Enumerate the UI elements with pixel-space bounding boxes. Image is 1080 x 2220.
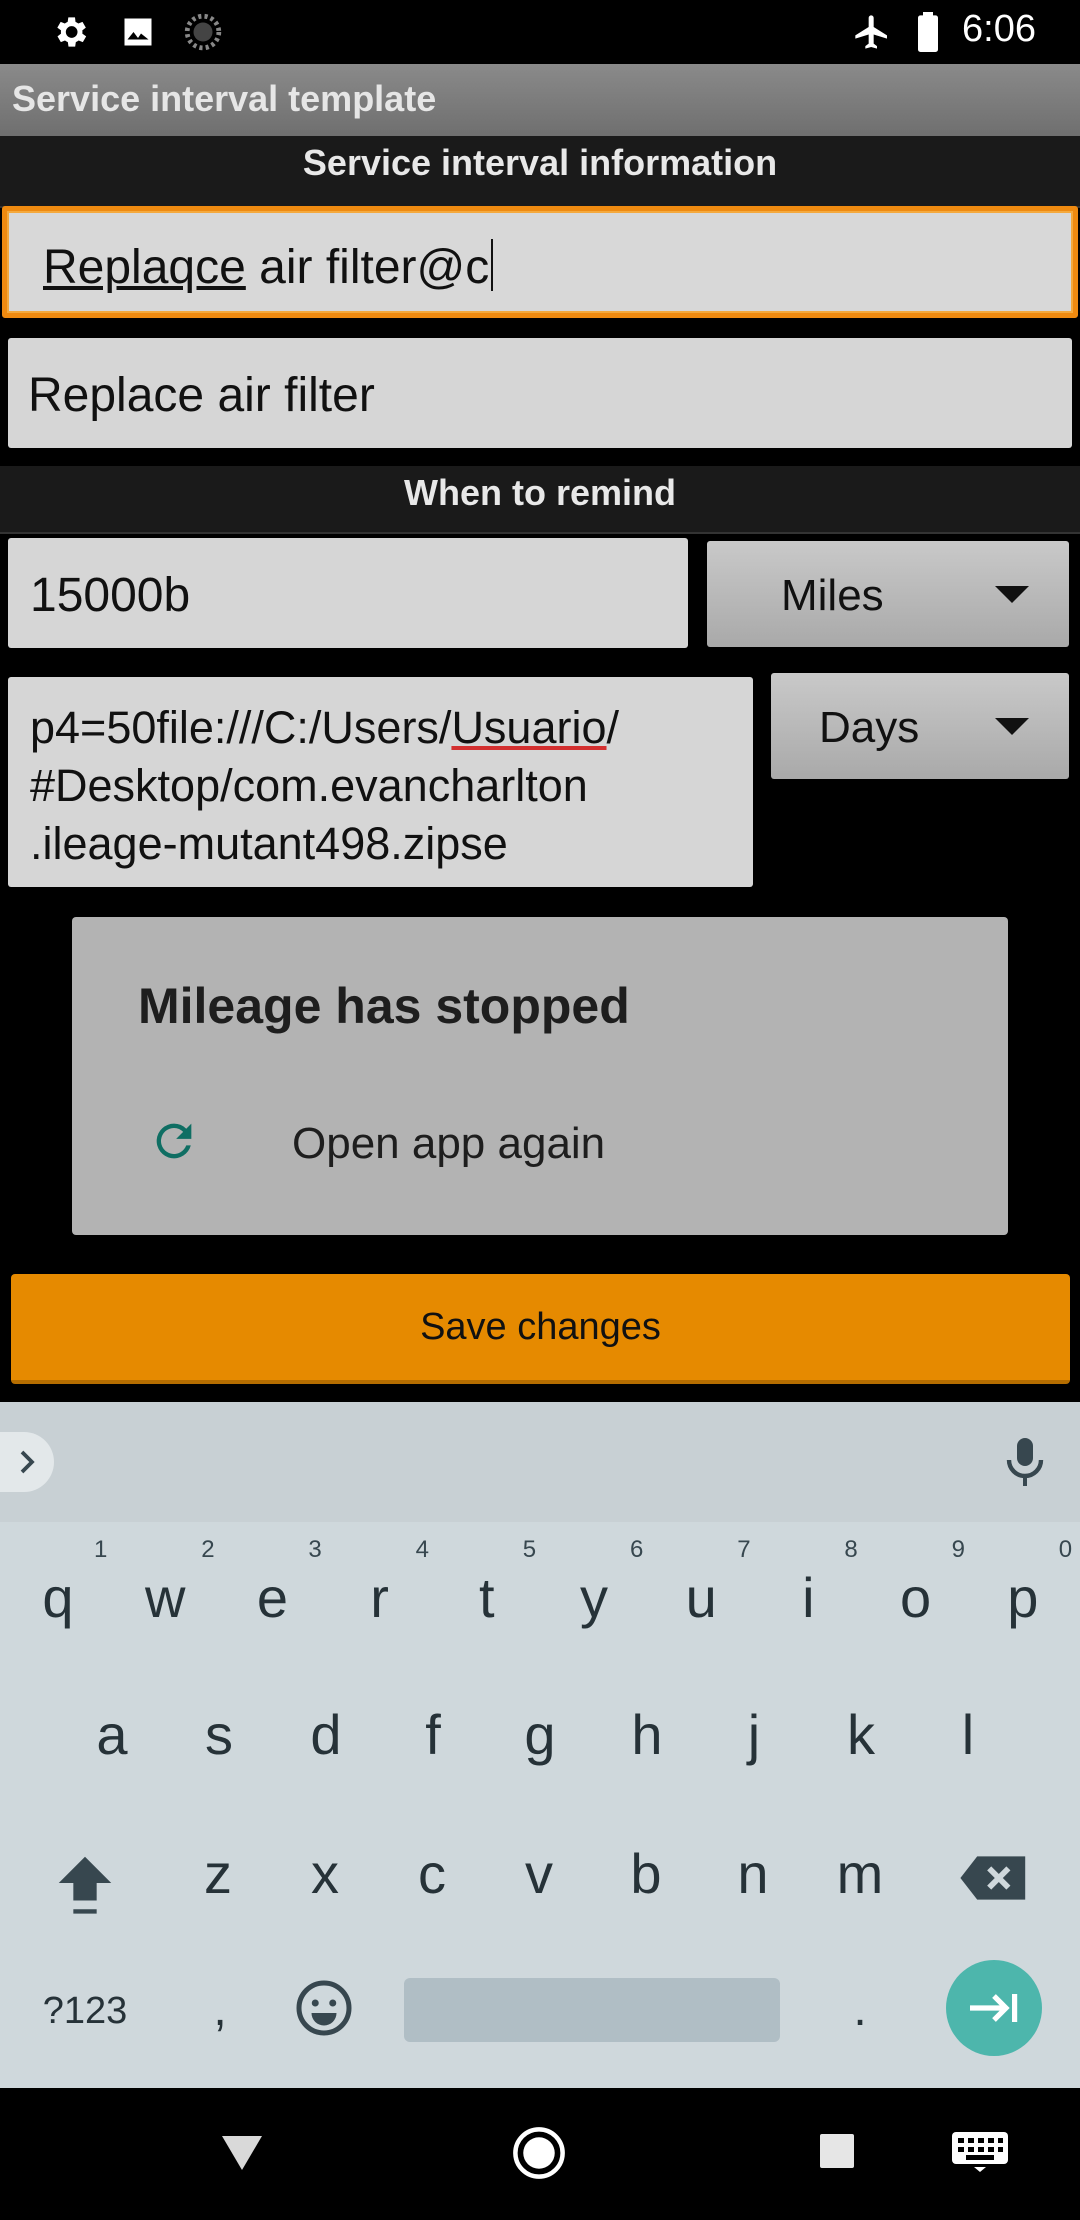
key-c[interactable]: c [402, 1846, 462, 1902]
section-header-remind: When to remind [0, 466, 1080, 534]
key-y[interactable]: y [564, 1570, 624, 1626]
time-value-line-1: p4=50file:///C:/Users/Usuario/ [30, 702, 620, 753]
key-q[interactable]: q [28, 1570, 88, 1626]
recents-icon[interactable] [820, 2134, 854, 2168]
tab-arrow-icon [970, 1994, 1018, 2022]
key-hint-9: 9 [951, 1536, 965, 1563]
time-value-line-2: #Desktop/com.evancharlton [30, 760, 588, 811]
name-underlined-word: Replaqce [43, 241, 246, 294]
enter-key[interactable] [946, 1960, 1042, 2056]
distance-value: 15000b [30, 569, 191, 622]
spinner-icon [183, 12, 223, 52]
key-hint-4: 4 [415, 1536, 429, 1563]
section-header-info: Service interval information [0, 136, 1080, 208]
chevron-down-icon [995, 718, 1029, 735]
image-icon [118, 12, 158, 52]
microphone-icon[interactable] [1000, 1434, 1050, 1490]
status-bar: 6:06 [0, 0, 1080, 64]
key-n[interactable]: n [723, 1846, 783, 1902]
key-r[interactable]: r [350, 1570, 410, 1626]
key-hint-3: 3 [308, 1536, 322, 1563]
save-changes-label: Save changes [420, 1305, 661, 1348]
key-hint-1: 1 [94, 1536, 108, 1563]
key-o[interactable]: o [886, 1570, 946, 1626]
keyboard-suggestion-strip [0, 1402, 1080, 1522]
time-unit-dropdown[interactable]: Days [771, 673, 1069, 779]
dialog-action-label: Open app again [292, 1119, 606, 1168]
key-i[interactable]: i [778, 1570, 838, 1626]
distance-unit-dropdown[interactable]: Miles [707, 541, 1069, 647]
key-hint-6: 6 [630, 1536, 644, 1563]
clock: 6:06 [962, 8, 1036, 50]
airplane-icon [852, 12, 892, 52]
key-u[interactable]: u [671, 1570, 731, 1626]
distance-unit-label: Miles [781, 571, 884, 620]
save-changes-button[interactable]: Save changes [11, 1274, 1070, 1384]
keyboard-icon[interactable] [952, 2132, 1008, 2177]
key-hint-5: 5 [522, 1536, 537, 1563]
time-interval-field[interactable]: p4=50file:///C:/Users/Usuario/ #Desktop/… [8, 677, 753, 887]
shift-key-icon[interactable] [50, 1848, 120, 1918]
back-icon[interactable] [222, 2136, 262, 2175]
key-hint-2: 2 [201, 1536, 215, 1563]
time-value-line-3: .ileage-mutant498.zipse [30, 818, 508, 869]
description-field[interactable]: Replace air filter [8, 338, 1072, 448]
refresh-icon [148, 1115, 200, 1167]
key-f[interactable]: f [403, 1707, 463, 1763]
key-v[interactable]: v [509, 1846, 569, 1902]
symbols-key[interactable]: ?123 [30, 1992, 140, 2030]
key-w[interactable]: w [135, 1570, 195, 1626]
key-x[interactable]: x [295, 1846, 355, 1902]
text-cursor [491, 239, 494, 291]
key-hint-0: 0 [1058, 1536, 1073, 1563]
chevron-right-icon[interactable] [0, 1432, 54, 1492]
name-rest-text: air filter@c [245, 241, 490, 294]
key-a[interactable]: a [82, 1707, 142, 1763]
key-d[interactable]: d [296, 1707, 356, 1763]
period-key[interactable]: . [840, 1986, 880, 2034]
key-g[interactable]: g [510, 1707, 570, 1763]
key-j[interactable]: j [724, 1707, 784, 1763]
soft-keyboard: ?123 , . q1w2e3 r4 t5y6u7i8 o9 p0 asdfghjkl zx… [0, 1402, 1080, 2088]
home-icon[interactable] [512, 2126, 566, 2185]
chevron-down-icon [995, 586, 1029, 603]
key-h[interactable]: h [617, 1707, 677, 1763]
key-e[interactable]: e [242, 1570, 302, 1626]
description-value: Replace air filter [28, 369, 375, 422]
app-title-bar: Service interval template [0, 64, 1080, 136]
name-field[interactable]: Replaqce air filter@c [2, 206, 1078, 318]
key-m[interactable]: m [830, 1846, 890, 1902]
emoji-key-icon[interactable] [294, 1978, 354, 2038]
distance-interval-field[interactable]: 15000b [8, 538, 688, 648]
dialog-title: Mileage has stopped [138, 978, 630, 1034]
key-z[interactable]: z [188, 1846, 248, 1902]
battery-icon [908, 12, 948, 52]
key-t[interactable]: t [457, 1570, 517, 1626]
open-app-again-button[interactable]: Open app again [72, 1095, 1008, 1205]
key-s[interactable]: s [189, 1707, 249, 1763]
gear-icon [50, 12, 90, 52]
key-p[interactable]: p [993, 1570, 1053, 1626]
key-l[interactable]: l [938, 1707, 998, 1763]
key-b[interactable]: b [616, 1846, 676, 1902]
key-k[interactable]: k [831, 1707, 891, 1763]
space-bar[interactable] [404, 1978, 780, 2042]
app-stopped-dialog: Mileage has stopped Open app again [72, 917, 1008, 1235]
key-hint-7: 7 [737, 1536, 751, 1563]
comma-key[interactable]: , [200, 1986, 240, 2034]
time-unit-label: Days [819, 703, 920, 752]
app-title: Service interval template [12, 78, 437, 119]
navigation-bar [0, 2088, 1080, 2220]
key-hint-8: 8 [844, 1536, 858, 1563]
backspace-key-icon[interactable] [958, 1848, 1030, 1918]
